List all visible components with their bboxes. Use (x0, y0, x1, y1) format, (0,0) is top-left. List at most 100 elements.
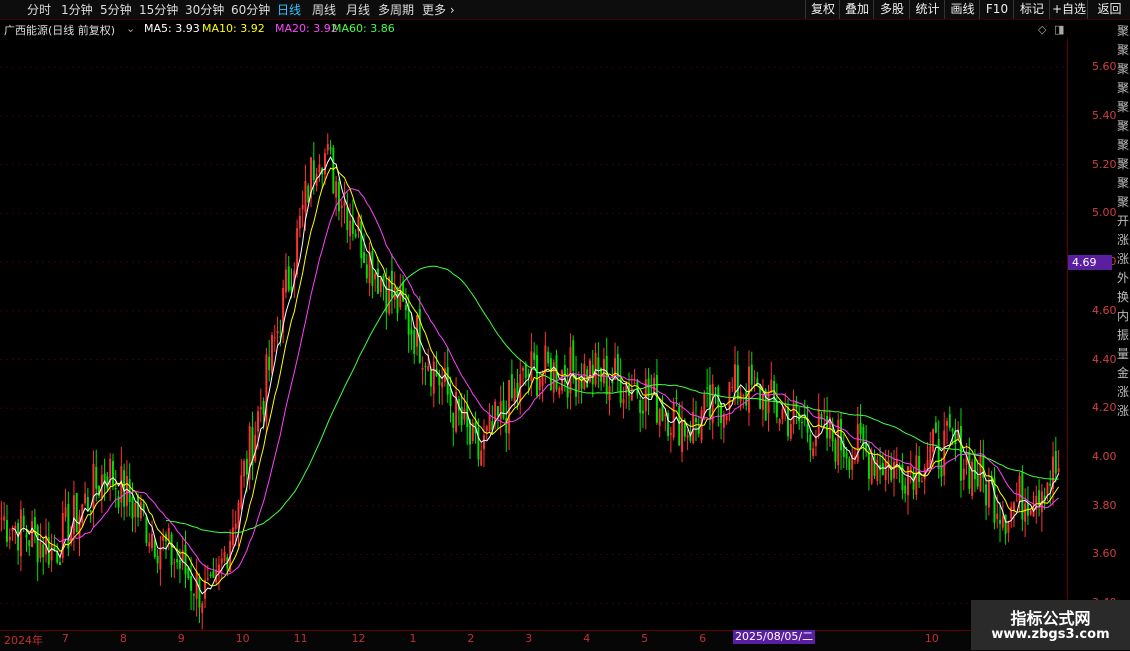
candle-up (349, 220, 352, 237)
candle-down (312, 160, 315, 180)
candle-up (301, 205, 304, 210)
tab-1min[interactable]: 1分钟 (61, 1, 93, 18)
panel-toggle-icon[interactable]: ◨ (1054, 23, 1064, 36)
f10-button[interactable]: F10 (979, 0, 1014, 19)
candle-up (920, 481, 923, 483)
candle-down (787, 407, 790, 437)
candle-up (577, 377, 580, 391)
y-tick-label: 5.40 (1092, 108, 1117, 122)
candle-up (201, 603, 204, 613)
diamond-icon[interactable]: ◇ (1038, 23, 1046, 36)
candle-down (683, 422, 686, 437)
candle-up (151, 533, 154, 549)
candle-up (318, 164, 321, 173)
chevron-down-icon[interactable]: ⌄ (126, 22, 135, 35)
candle-up (823, 411, 826, 414)
tab-daily[interactable]: 日线 (277, 1, 301, 18)
tab-intraday[interactable]: 分时 (27, 1, 51, 18)
candle-down (714, 388, 717, 390)
candle-down (881, 463, 884, 476)
candle-up (876, 459, 879, 481)
candle-down (111, 461, 114, 486)
date-label: 11 (293, 632, 308, 645)
candle-up (159, 547, 162, 570)
tab-15min[interactable]: 15分钟 (139, 1, 178, 18)
candle-down (999, 519, 1002, 524)
candle-up (538, 378, 541, 391)
candle-up (326, 143, 329, 151)
toolbar: 分时 1分钟 5分钟 15分钟 30分钟 60分钟 日线 周线 月线 多周期 更… (0, 0, 1130, 20)
candle-down (572, 340, 575, 371)
watermark: 指标公式网 www.zbgs3.com (971, 600, 1130, 650)
stock-title: 广西能源(日线 前复权) (4, 24, 116, 37)
candle-up (817, 409, 820, 437)
candle-up (273, 337, 276, 339)
candle-up (1001, 516, 1004, 528)
tab-30min[interactable]: 30分钟 (185, 1, 224, 18)
candle-up (139, 502, 142, 519)
candle-up (1007, 521, 1010, 533)
candle-down (605, 355, 608, 395)
candle-up (789, 423, 792, 439)
candlestick-chart[interactable] (0, 38, 1067, 630)
candle-up (530, 351, 533, 382)
candle-up (508, 380, 511, 434)
candle-up (374, 273, 377, 280)
candle-down (636, 381, 639, 395)
candle-down (363, 252, 366, 264)
candle-down (22, 515, 25, 527)
candle-up (234, 523, 237, 529)
add-watchlist-button[interactable]: +自选 (1049, 0, 1088, 19)
candle-up (1018, 476, 1021, 503)
candle-up (92, 463, 95, 509)
candle-up (658, 408, 661, 426)
y-tick-label: 4.60 (1092, 303, 1117, 317)
candle-down (756, 378, 759, 384)
candle-down (429, 370, 432, 387)
candle-up (237, 502, 240, 528)
candle-down (86, 497, 89, 511)
ma10-label: MA10: 3.92 (202, 22, 265, 35)
candle-up (558, 387, 561, 395)
candle-up (482, 435, 485, 450)
statistics-button[interactable]: 统计 (909, 0, 945, 19)
draw-line-button[interactable]: 画线 (944, 0, 980, 19)
candle-up (1024, 503, 1027, 522)
candle-down (360, 221, 363, 259)
tab-more[interactable]: 更多 › (422, 1, 455, 18)
tab-monthly[interactable]: 月线 (346, 1, 370, 18)
tab-weekly[interactable]: 周线 (312, 1, 336, 18)
candle-up (633, 383, 636, 385)
candle-down (655, 374, 658, 423)
candle-up (681, 420, 684, 453)
overlay-button[interactable]: 叠加 (839, 0, 874, 19)
candle-down (198, 577, 201, 608)
candle-down (262, 401, 265, 415)
candle-up (728, 381, 731, 410)
candle-down (153, 540, 156, 558)
mark-button[interactable]: 标记 (1013, 0, 1050, 19)
multi-stock-button[interactable]: 多股 (873, 0, 910, 19)
candle-down (848, 458, 851, 470)
chevron-right-icon: › (446, 3, 455, 17)
candle-down (67, 503, 70, 549)
candle-down (131, 497, 134, 519)
candle-down (694, 417, 697, 423)
candle-down (678, 406, 681, 446)
candle-up (669, 433, 672, 435)
candle-up (971, 461, 974, 497)
tab-5min[interactable]: 5分钟 (100, 1, 132, 18)
candle-up (162, 536, 165, 541)
candle-down (951, 428, 954, 432)
candle-down (33, 517, 36, 530)
candle-down (524, 363, 527, 379)
candle-down (25, 533, 28, 538)
adjust-button[interactable]: 复权 (805, 0, 840, 19)
tab-multi-period[interactable]: 多周期 (378, 1, 414, 18)
date-label: 3 (525, 632, 533, 645)
candle-up (747, 366, 750, 413)
candle-down (845, 452, 848, 459)
back-button[interactable]: 返回 (1087, 0, 1130, 19)
y-tick-label: 5.60 (1092, 60, 1117, 74)
tab-60min[interactable]: 60分钟 (231, 1, 270, 18)
